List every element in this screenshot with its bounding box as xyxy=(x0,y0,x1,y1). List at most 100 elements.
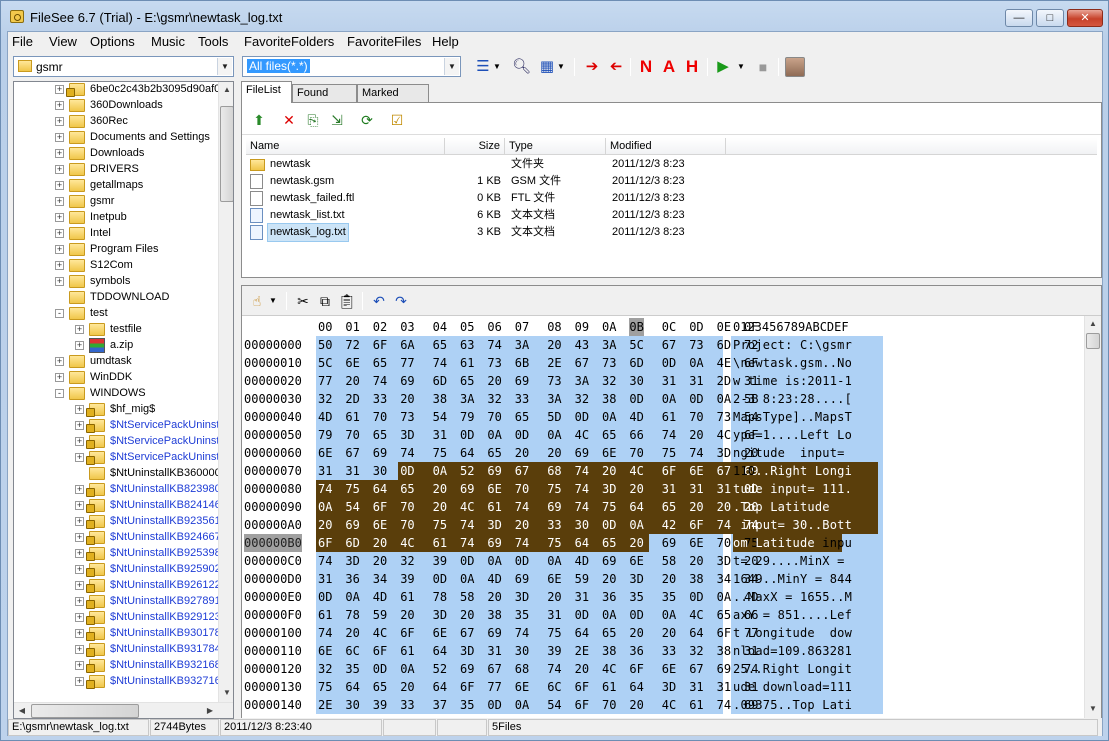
close-button[interactable]: ✕ xyxy=(1067,9,1103,27)
column-header-type[interactable]: Type xyxy=(505,138,606,155)
file-row[interactable]: newtask_list.txt 6 KB 文本文档 2011/12/3 8:23 xyxy=(246,207,1097,224)
mark-a-button[interactable]: A xyxy=(660,57,678,77)
hex-byte[interactable]: 70 xyxy=(515,480,529,498)
hex-byte[interactable]: 0A xyxy=(345,588,359,606)
hex-byte[interactable]: 75 xyxy=(602,498,616,516)
copy-to-icon[interactable]: ⎘ xyxy=(304,111,322,129)
scroll-down-icon[interactable]: ▼ xyxy=(1085,701,1101,717)
column-header-modified[interactable]: Modified xyxy=(606,138,726,155)
hex-byte[interactable]: 6E xyxy=(602,444,616,462)
hex-byte[interactable]: 64 xyxy=(345,678,359,696)
hex-byte[interactable]: 35 xyxy=(629,588,643,606)
hex-byte[interactable]: 6E xyxy=(689,462,703,480)
tree-item[interactable]: + testfile xyxy=(14,322,218,338)
hex-byte[interactable]: 74 xyxy=(662,426,676,444)
hex-byte[interactable]: 2D xyxy=(345,390,359,408)
tree-item[interactable]: + $NtUninstallKB925398_ xyxy=(14,546,227,562)
hex-byte[interactable]: 65 xyxy=(400,480,414,498)
hex-byte[interactable]: 58 xyxy=(460,588,474,606)
hex-byte[interactable]: 36 xyxy=(345,570,359,588)
hex-byte[interactable]: 69 xyxy=(345,516,359,534)
hex-byte[interactable]: 4C xyxy=(717,426,731,444)
tree-expander-icon[interactable]: + xyxy=(75,485,84,494)
hex-byte[interactable]: 61 xyxy=(433,534,447,552)
hex-byte[interactable]: 65 xyxy=(433,336,447,354)
hex-byte[interactable]: 0A xyxy=(433,462,447,480)
hex-byte[interactable]: 20 xyxy=(400,606,414,624)
hex-byte[interactable]: 20 xyxy=(689,552,703,570)
hex-byte[interactable]: 0D xyxy=(318,588,332,606)
hex-byte[interactable]: 63 xyxy=(460,336,474,354)
menu-file[interactable]: File xyxy=(12,34,33,49)
hex-byte[interactable]: 74 xyxy=(460,534,474,552)
tree-expander-icon[interactable]: - xyxy=(55,389,64,398)
tree-expander-icon[interactable]: + xyxy=(55,165,64,174)
tree-expander-icon[interactable]: + xyxy=(75,661,84,670)
hex-byte[interactable]: 6E xyxy=(345,354,359,372)
hex-byte[interactable]: 3D xyxy=(717,444,731,462)
hex-byte[interactable]: 0A xyxy=(400,660,414,678)
hex-byte[interactable]: 69 xyxy=(717,660,731,678)
tree-expander-icon[interactable]: + xyxy=(75,677,84,686)
hex-byte[interactable]: 69 xyxy=(515,570,529,588)
hex-byte[interactable]: 4D xyxy=(575,552,589,570)
hex-byte[interactable]: 0D xyxy=(400,462,414,480)
hex-vertical-scrollbar[interactable]: ▲ ▼ xyxy=(1084,316,1101,718)
menu-favoritefolders[interactable]: FavoriteFolders xyxy=(244,34,334,49)
tree-scroll-thumb[interactable] xyxy=(220,106,233,202)
tree-item[interactable]: + symbols xyxy=(14,274,218,290)
hex-row[interactable]: 00000090 0A 54 6F 70 20 4C 61 74 69 74 75 64 65 20 20 20… xyxy=(242,498,1084,516)
tab-found-files[interactable]: Found Files xyxy=(292,84,357,116)
hex-byte[interactable]: 6E xyxy=(433,624,447,642)
hex-byte[interactable]: 32 xyxy=(318,390,332,408)
hex-byte[interactable]: 32 xyxy=(602,372,616,390)
hex-byte[interactable]: 6F xyxy=(575,678,589,696)
tree-item[interactable]: + $NtUninstallKB823980 xyxy=(14,482,221,498)
file-row[interactable]: newtask.gsm 1 KB GSM 文件 2011/12/3 8:23 xyxy=(246,173,1097,190)
hex-byte[interactable]: 70 xyxy=(487,408,501,426)
hex-byte[interactable]: 20 xyxy=(689,426,703,444)
tree-item[interactable]: + $NtUninstallKB923561 xyxy=(14,514,221,530)
file-row[interactable]: newtask_log.txt 3 KB 文本文档 2011/12/3 8:23 xyxy=(246,223,1097,242)
column-header-name[interactable]: Name xyxy=(246,138,445,155)
hex-byte[interactable]: 69 xyxy=(373,444,387,462)
hex-byte[interactable]: 70 xyxy=(400,498,414,516)
tree-item[interactable]: + Downloads xyxy=(14,146,218,162)
hex-byte[interactable]: 3D xyxy=(662,678,676,696)
hex-byte[interactable]: 69 xyxy=(515,372,529,390)
hex-byte[interactable]: 6F xyxy=(689,516,703,534)
tree-expander-icon[interactable]: + xyxy=(75,581,84,590)
hex-byte[interactable]: 6D xyxy=(717,336,731,354)
hex-byte[interactable]: 70 xyxy=(345,426,359,444)
hex-byte[interactable]: 20 xyxy=(460,606,474,624)
hex-byte[interactable]: 6F xyxy=(318,534,332,552)
hex-byte[interactable]: 65 xyxy=(373,426,387,444)
hex-byte[interactable]: 65 xyxy=(373,354,387,372)
hex-byte[interactable]: 66 xyxy=(629,426,643,444)
hex-byte[interactable]: 61 xyxy=(602,678,616,696)
tree-item[interactable]: + $hf_mig$ xyxy=(14,402,218,418)
tree-expander-icon[interactable]: - xyxy=(55,309,64,318)
hex-byte[interactable]: 67 xyxy=(689,660,703,678)
move-to-icon[interactable]: ⇲ xyxy=(328,111,346,129)
tree-expander-icon[interactable]: + xyxy=(75,597,84,606)
hex-byte[interactable]: 4C xyxy=(602,660,616,678)
hex-byte[interactable]: 73 xyxy=(717,408,731,426)
hex-byte[interactable]: 61 xyxy=(487,498,501,516)
hex-byte[interactable]: 31 xyxy=(487,642,501,660)
tree-expander-icon[interactable]: + xyxy=(55,85,64,94)
hex-byte[interactable]: 0A xyxy=(515,696,529,714)
hex-row[interactable]: 000000F0 61 78 59 20 3D 20 38 35 31 0D 0A 0D 0A 4C 65 66… xyxy=(242,606,1084,624)
hex-row[interactable]: 000000A0 20 69 6E 70 75 74 3D 20 33 30 0D 0A 42 6F 74 74… xyxy=(242,516,1084,534)
hex-byte[interactable]: 74 xyxy=(318,552,332,570)
hex-byte[interactable]: 74 xyxy=(575,462,589,480)
hex-byte[interactable]: 3D xyxy=(460,642,474,660)
hex-byte[interactable]: 78 xyxy=(345,606,359,624)
hex-byte[interactable]: 69 xyxy=(662,534,676,552)
hex-byte[interactable]: 20 xyxy=(547,588,561,606)
hex-byte[interactable]: 32 xyxy=(400,552,414,570)
tree-item[interactable]: - WINDOWS xyxy=(14,386,218,402)
tree-item[interactable]: +6be0c2c43b2b3095d90af0 xyxy=(14,82,220,98)
hex-byte[interactable]: 0D xyxy=(629,606,643,624)
hex-byte[interactable]: 20 xyxy=(717,498,731,516)
